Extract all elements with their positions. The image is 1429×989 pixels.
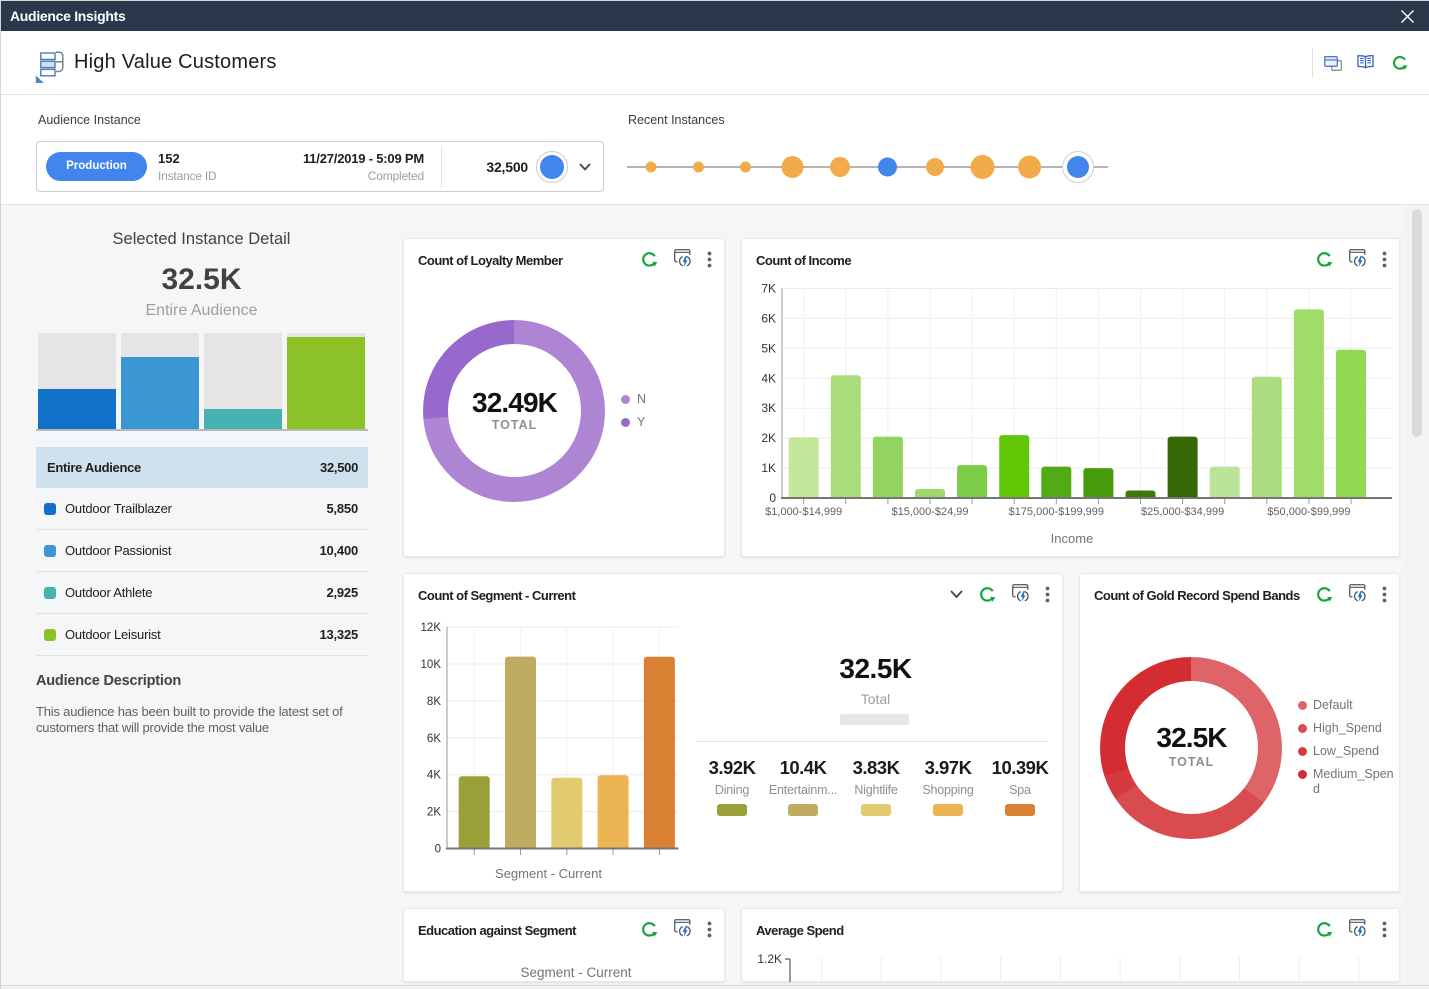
svg-text:10K: 10K xyxy=(421,659,442,671)
svg-text:$25,000-$34,999: $25,000-$34,999 xyxy=(1141,506,1224,518)
svg-text:2K: 2K xyxy=(761,431,776,445)
svg-text:Income: Income xyxy=(1051,531,1094,546)
svg-text:$15,000-$24,99: $15,000-$24,99 xyxy=(891,506,968,518)
svg-text:5K: 5K xyxy=(761,341,776,355)
svg-text:$1,000-$14,999: $1,000-$14,999 xyxy=(765,506,842,518)
svg-text:1K: 1K xyxy=(761,461,776,475)
svg-text:12K: 12K xyxy=(421,622,442,634)
svg-text:1.2K: 1.2K xyxy=(757,952,782,966)
svg-text:4K: 4K xyxy=(427,770,441,782)
svg-text:0: 0 xyxy=(435,844,441,856)
svg-text:2K: 2K xyxy=(427,807,441,819)
svg-text:7K: 7K xyxy=(761,282,776,296)
svg-text:6K: 6K xyxy=(761,311,776,325)
svg-text:$175,000-$199,999: $175,000-$199,999 xyxy=(1009,506,1104,518)
svg-text:Segment - Current: Segment - Current xyxy=(495,866,602,881)
svg-text:4K: 4K xyxy=(761,371,776,385)
svg-text:3K: 3K xyxy=(761,401,776,415)
svg-text:8K: 8K xyxy=(427,696,441,708)
svg-text:0: 0 xyxy=(769,491,776,505)
svg-text:6K: 6K xyxy=(427,733,441,745)
svg-text:$50,000-$99,999: $50,000-$99,999 xyxy=(1267,506,1350,518)
